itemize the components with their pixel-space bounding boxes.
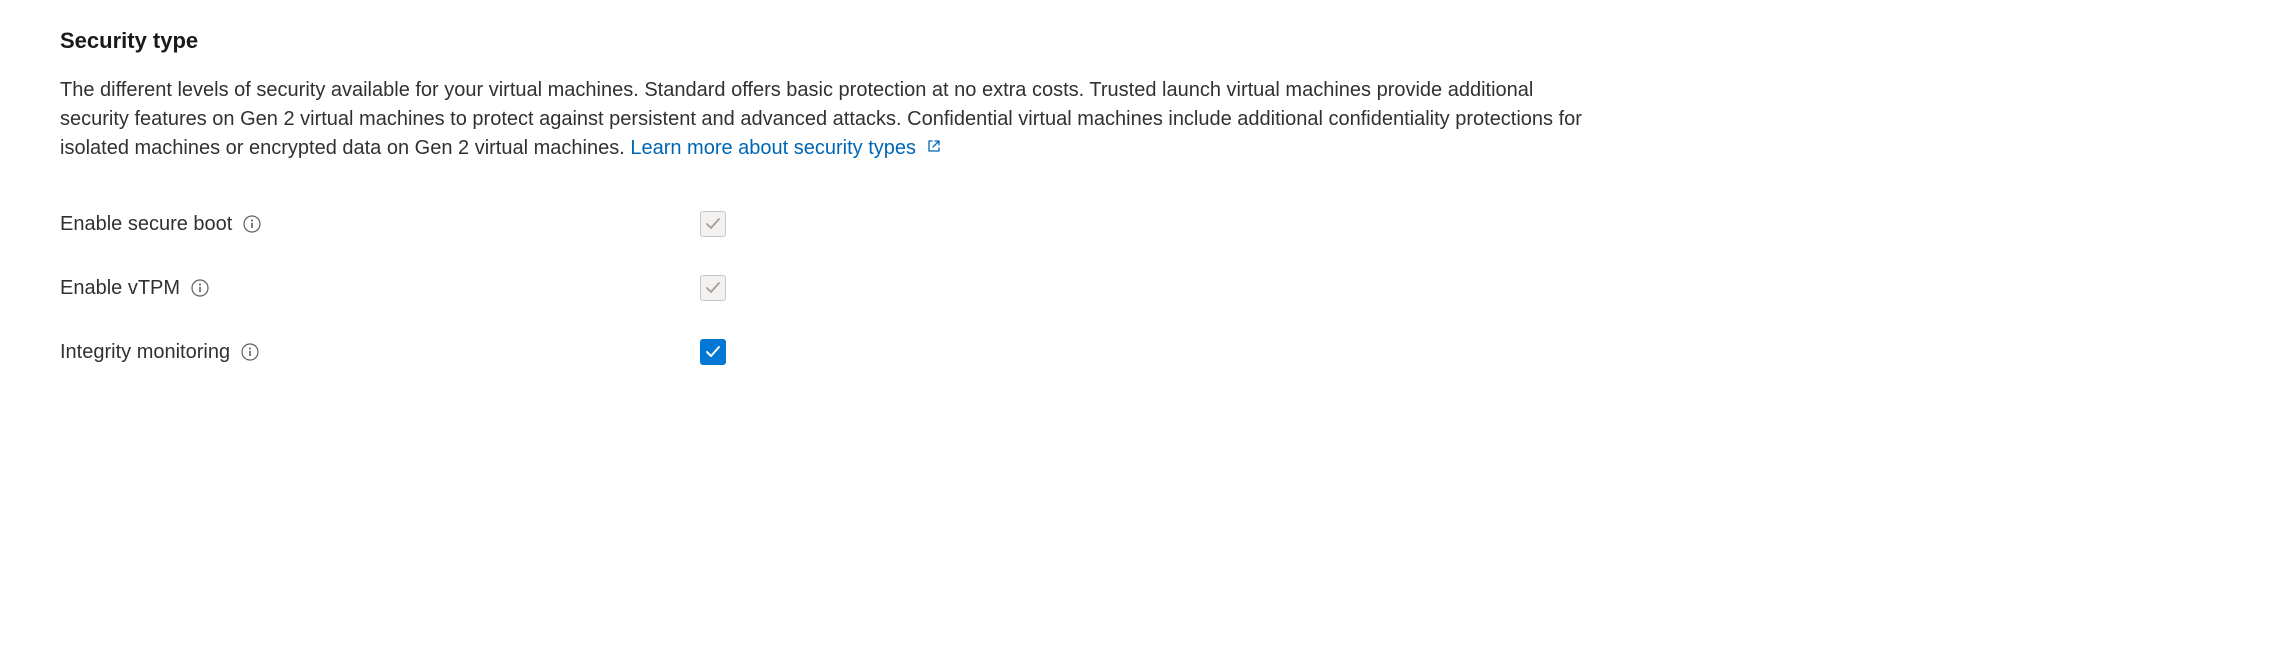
external-link-icon [926,134,942,163]
enable-vtpm-row: Enable vTPM [60,275,2228,301]
learn-more-text: Learn more about security types [630,137,916,159]
info-icon[interactable] [243,215,261,233]
integrity-monitoring-row: Integrity monitoring [60,339,2228,365]
secure-boot-label-text: Enable secure boot [60,213,232,236]
integrity-monitoring-label: Integrity monitoring [60,341,700,364]
enable-secure-boot-row: Enable secure boot [60,211,2228,237]
vtpm-label-text: Enable vTPM [60,277,180,300]
integrity-monitoring-checkbox[interactable] [700,339,726,365]
section-title: Security type [60,28,2228,54]
learn-more-link[interactable]: Learn more about security types [630,137,941,159]
info-icon[interactable] [191,279,209,297]
section-description: The different levels of security availab… [60,76,1600,163]
enable-vtpm-checkbox [700,275,726,301]
integrity-monitoring-label-text: Integrity monitoring [60,341,230,364]
info-icon[interactable] [241,343,259,361]
enable-secure-boot-label: Enable secure boot [60,213,700,236]
enable-vtpm-label: Enable vTPM [60,277,700,300]
enable-secure-boot-checkbox [700,211,726,237]
